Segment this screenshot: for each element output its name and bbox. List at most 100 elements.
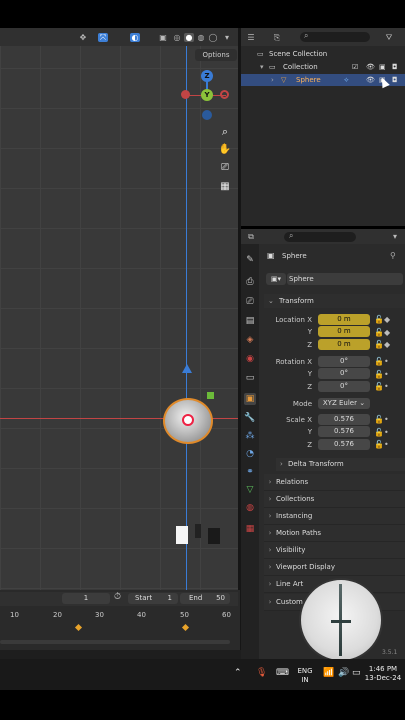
rotation-mode-select[interactable]: XYZ Euler ⌄ [318, 398, 370, 409]
world-tab-icon[interactable]: ◉ [244, 353, 256, 365]
sphere-visibility-icon[interactable]: 👁 [366, 74, 375, 86]
location-lock-icons[interactable]: 🔓◆ 🔓◆ 🔓◆ [374, 314, 390, 352]
gizmo-y-axis-icon[interactable]: Y [201, 89, 213, 101]
xray-icon[interactable]: ▣ [158, 33, 168, 42]
object-name-field[interactable]: Sphere [287, 273, 403, 285]
start-value: 1 [167, 594, 172, 602]
start-frame-field[interactable]: Start 1 [128, 593, 178, 604]
collection-checkbox-icon[interactable]: ☑ [352, 61, 358, 73]
properties-dropdown-icon[interactable]: ▾ [390, 232, 400, 241]
grid-view-icon[interactable]: ▦ [218, 180, 232, 194]
rendered-shading-icon[interactable]: ◯ [208, 33, 218, 42]
collection-visibility-icon[interactable]: 👁 [366, 61, 375, 73]
expand-sphere-icon[interactable]: › [271, 74, 274, 86]
physics-tab-icon[interactable]: ◔ [244, 448, 256, 460]
panel-visibility[interactable]: › Visibility [264, 542, 405, 559]
language-indicator[interactable]: ENG IN [293, 667, 317, 685]
output-tab-icon[interactable]: ⎚ [244, 296, 256, 308]
gizmo-handle-square[interactable] [207, 392, 214, 399]
data-tab-icon[interactable]: ▽ [244, 484, 256, 496]
display-mode-icon[interactable]: ⎘ [272, 33, 282, 42]
panel-viewport-display[interactable]: › Viewport Display [264, 559, 405, 576]
constraints-tab-icon[interactable]: ⚭ [244, 466, 256, 478]
solid-shading-icon[interactable]: ● [184, 33, 194, 42]
gizmo-x-pos-icon[interactable] [220, 90, 229, 99]
panel-relations[interactable]: › Relations [264, 474, 405, 491]
camera-icon[interactable]: ⎚ [218, 161, 232, 175]
filter-icon[interactable]: ⛛ [384, 33, 394, 42]
end-frame-field[interactable]: End 50 [180, 593, 230, 604]
view-layer-tab-icon[interactable]: ▤ [244, 315, 256, 327]
particles-tab-icon[interactable]: ⁂ [244, 430, 256, 442]
delta-transform-subpanel[interactable]: › Delta Transform [276, 458, 405, 471]
gizmo-x-neg-icon[interactable] [181, 90, 190, 99]
properties-editor-icon[interactable]: ⧉ [246, 232, 256, 241]
wifi-icon[interactable]: 📶 [323, 668, 334, 678]
clock[interactable]: 1:46 PM 13-Dec-24 [360, 665, 405, 683]
speaker-icon[interactable]: 🔊 [338, 668, 349, 678]
gizmo-z-neg-icon[interactable] [202, 110, 212, 120]
collection-label: Collection [283, 63, 318, 71]
modifier-tab-icon[interactable]: 🔧 [244, 412, 256, 424]
tick-label: 30 [95, 611, 104, 619]
language-code: ENG [297, 667, 313, 675]
material-tab-icon[interactable]: ◍ [244, 502, 256, 514]
rotation-y-field[interactable]: 0° [318, 368, 370, 379]
microphone-icon[interactable]: 🎙 [256, 668, 267, 678]
properties-search-input[interactable] [284, 232, 356, 242]
collection-camera-icon[interactable]: ◘ [392, 61, 398, 73]
scene-tab-icon[interactable]: ◈ [244, 334, 256, 346]
outliner-editor-icon[interactable]: ☰ [246, 33, 256, 42]
timeline-scrollbar[interactable] [0, 640, 230, 644]
scale-y-field[interactable]: 0.576 [318, 426, 370, 437]
location-z-field[interactable]: 0 m [318, 339, 370, 350]
collection-monitor-icon[interactable]: ▣ [379, 61, 386, 73]
rotation-z-field[interactable]: 0° [318, 381, 370, 392]
render-tab-icon[interactable]: ⎙ [244, 276, 256, 288]
overlay-toggle-icon[interactable]: ◐ [130, 33, 140, 42]
gizmo-toggle-icon[interactable]: ⤧ [98, 33, 108, 42]
scale-x-field[interactable]: 0.576 [318, 414, 370, 425]
zoom-icon[interactable]: ⌕ [218, 125, 232, 139]
show-hidden-icons-chevron-icon[interactable]: ⌃ [234, 668, 242, 678]
texture-tab-icon[interactable]: ▦ [244, 523, 256, 535]
options-button[interactable]: Options [195, 49, 237, 61]
location-x-field[interactable]: 0 m [318, 314, 370, 325]
end-label: End [189, 594, 203, 602]
rotation-x-field[interactable]: 0° [318, 356, 370, 367]
move-arrow-up-icon[interactable] [182, 364, 192, 373]
gizmo-z-axis-icon[interactable]: Z [201, 70, 213, 82]
transform-panel-header[interactable]: ⌄ Transform [264, 294, 405, 308]
location-y-field[interactable]: 0 m [318, 326, 370, 337]
scale-z-field[interactable]: 0.576 [318, 439, 370, 450]
outliner-row-collection[interactable]: ▾ ▭ Collection ☑ 👁 ▣ ◘ [241, 61, 405, 73]
panel-instancing[interactable]: › Instancing [264, 508, 405, 525]
panel-collections[interactable]: › Collections [264, 491, 405, 508]
view-icon[interactable]: ✥ [78, 33, 88, 42]
material-shading-icon[interactable]: ◍ [196, 33, 206, 42]
tick-label: 10 [10, 611, 19, 619]
pan-hand-icon[interactable]: ✋ [218, 143, 232, 157]
wireframe-shading-icon[interactable]: ◎ [172, 33, 182, 42]
overlay-rect-white [176, 526, 188, 544]
expand-collection-icon[interactable]: ▾ [260, 61, 264, 73]
outliner-row-scene[interactable]: ▭ Scene Collection [241, 48, 405, 60]
stopwatch-icon[interactable]: ⏱ [114, 592, 121, 602]
z-axis-line [186, 28, 187, 608]
sphere-camera-icon[interactable]: ◘ [392, 74, 398, 86]
shading-dropdown-icon[interactable]: ▾ [222, 33, 232, 42]
scene-collection-label: Scene Collection [269, 50, 328, 58]
bottom-black-band [0, 690, 405, 720]
rotation-lock-icons[interactable]: 🔓• 🔓• 🔓• [374, 356, 389, 394]
overlay-rect-dark-2 [208, 528, 220, 544]
current-frame-field[interactable]: 1 [62, 593, 110, 604]
collection-tab-icon[interactable]: ▭ [244, 372, 256, 384]
scale-lock-icons[interactable]: 🔓• 🔓• 🔓• [374, 414, 389, 452]
panel-motion-paths[interactable]: › Motion Paths [264, 525, 405, 542]
object-type-dropdown[interactable]: ▣▾ [266, 273, 286, 285]
pin-icon[interactable]: ⚲ [390, 251, 396, 260]
keyboard-icon[interactable]: ⌨ [276, 668, 289, 678]
outliner-search-input[interactable] [300, 32, 370, 42]
tool-tab-icon[interactable]: ✎ [244, 254, 256, 266]
object-tab-icon[interactable]: ▣ [244, 393, 256, 405]
